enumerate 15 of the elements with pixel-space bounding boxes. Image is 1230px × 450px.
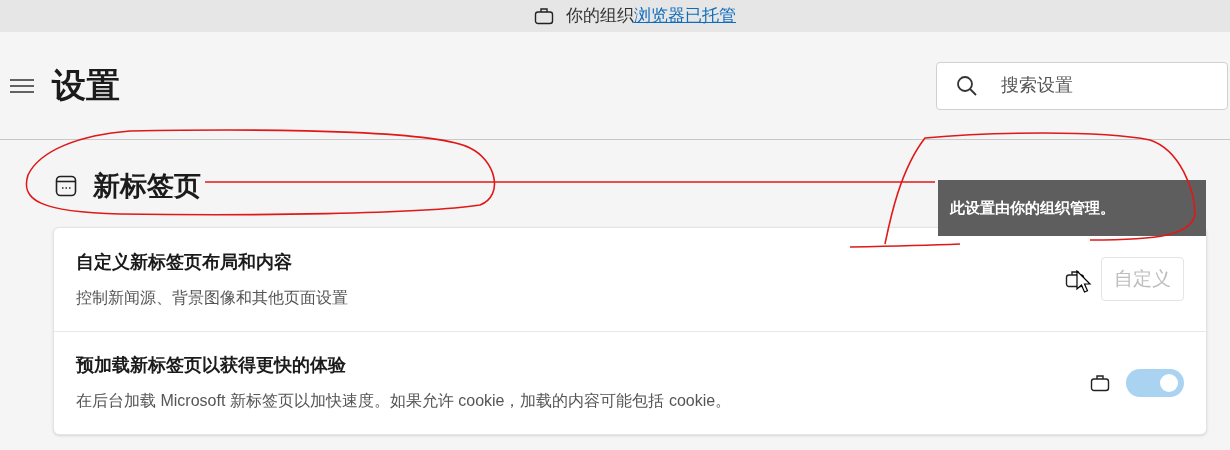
search-icon — [956, 74, 978, 97]
tooltip: 此设置由你的组织管理。 — [938, 180, 1206, 236]
browser-tab-icon — [55, 175, 77, 198]
setting-title: 预加载新标签页以获得更快的体验 — [76, 354, 347, 377]
banner-text: 你的组织浏览器已托管 — [566, 5, 736, 28]
briefcase-icon — [534, 7, 554, 25]
setting-description: 在后台加载 Microsoft 新标签页以加快速度。如果允许 cookie，加载的内容可能包括 cookie。 — [76, 391, 732, 411]
search-field[interactable]: 搜索设置 — [936, 61, 1228, 110]
setting-description: 控制新闻源、背景图像和其他页面设置 — [76, 287, 348, 308]
managed-link[interactable]: 浏览器已托管 — [634, 6, 736, 26]
setting-title: 自定义新标签页布局和内容 — [76, 250, 293, 274]
page-title: 设置 — [52, 65, 120, 106]
section-title: 新标签页 — [93, 170, 201, 203]
menu-icon[interactable] — [10, 77, 34, 94]
mouse-pointer-icon — [1076, 270, 1092, 294]
